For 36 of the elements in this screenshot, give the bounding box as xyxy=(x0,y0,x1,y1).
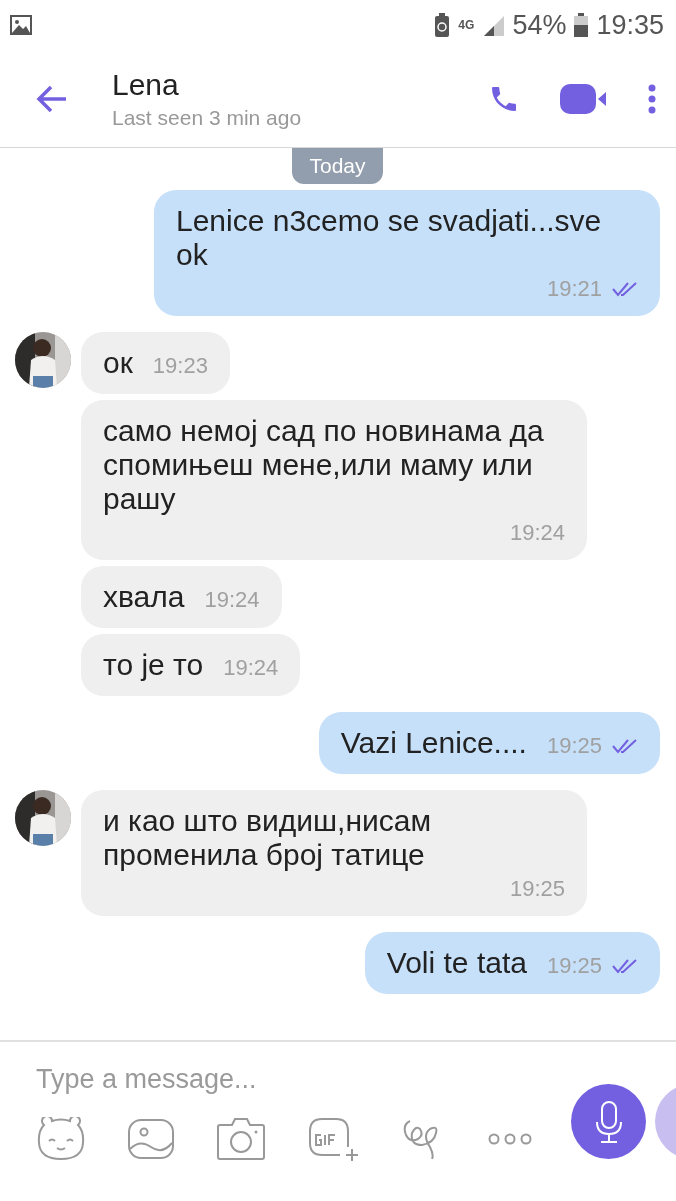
contact-name: Lena xyxy=(112,67,180,102)
camera-icon[interactable] xyxy=(216,1117,266,1161)
message-time: 19:25 xyxy=(546,953,602,979)
last-seen: Last seen 3 min ago xyxy=(112,105,303,130)
network-label: 4G xyxy=(458,18,475,32)
message-text: само немој сад по новинама да спомињеш мене,или маму или рашу xyxy=(103,414,545,516)
message-time: 19:25 xyxy=(509,876,565,902)
message-text: ок xyxy=(103,346,133,380)
message-text: Voli te tata xyxy=(386,946,527,980)
battery-level: 54% xyxy=(512,9,567,41)
back-icon[interactable] xyxy=(36,84,68,113)
date-badge: Today xyxy=(292,148,383,184)
more-icon[interactable] xyxy=(648,83,656,114)
clock: 19:35 xyxy=(596,9,664,41)
microphone-icon xyxy=(593,1099,624,1144)
message-time: 19:24 xyxy=(223,655,279,681)
battery-saver-icon xyxy=(434,13,451,37)
message-time: 19:21 xyxy=(546,276,602,302)
sticker-icon[interactable] xyxy=(36,1117,86,1161)
gallery-icon[interactable] xyxy=(128,1119,174,1159)
signal-icon xyxy=(482,14,505,36)
message-text: Vazi Lenice.... xyxy=(340,726,527,760)
battery-icon xyxy=(574,13,589,37)
gif-icon[interactable] xyxy=(308,1117,360,1161)
message-time: 19:24 xyxy=(509,520,565,546)
message-input[interactable]: Type a message... xyxy=(36,1064,516,1095)
message-text: хвала xyxy=(103,580,185,614)
message-time: 19:24 xyxy=(204,587,260,613)
message-time: 19:23 xyxy=(152,353,208,379)
message-text: то је то xyxy=(103,648,204,682)
message-text: Lenice n3cemo se svadjati...sve ok xyxy=(176,204,603,272)
message-text: и као што видиш,нисам променила број татице xyxy=(103,804,433,872)
image-icon xyxy=(10,15,32,35)
more-options-icon[interactable] xyxy=(488,1132,532,1146)
message-time: 19:25 xyxy=(546,733,602,759)
video-call-icon[interactable] xyxy=(560,83,608,114)
